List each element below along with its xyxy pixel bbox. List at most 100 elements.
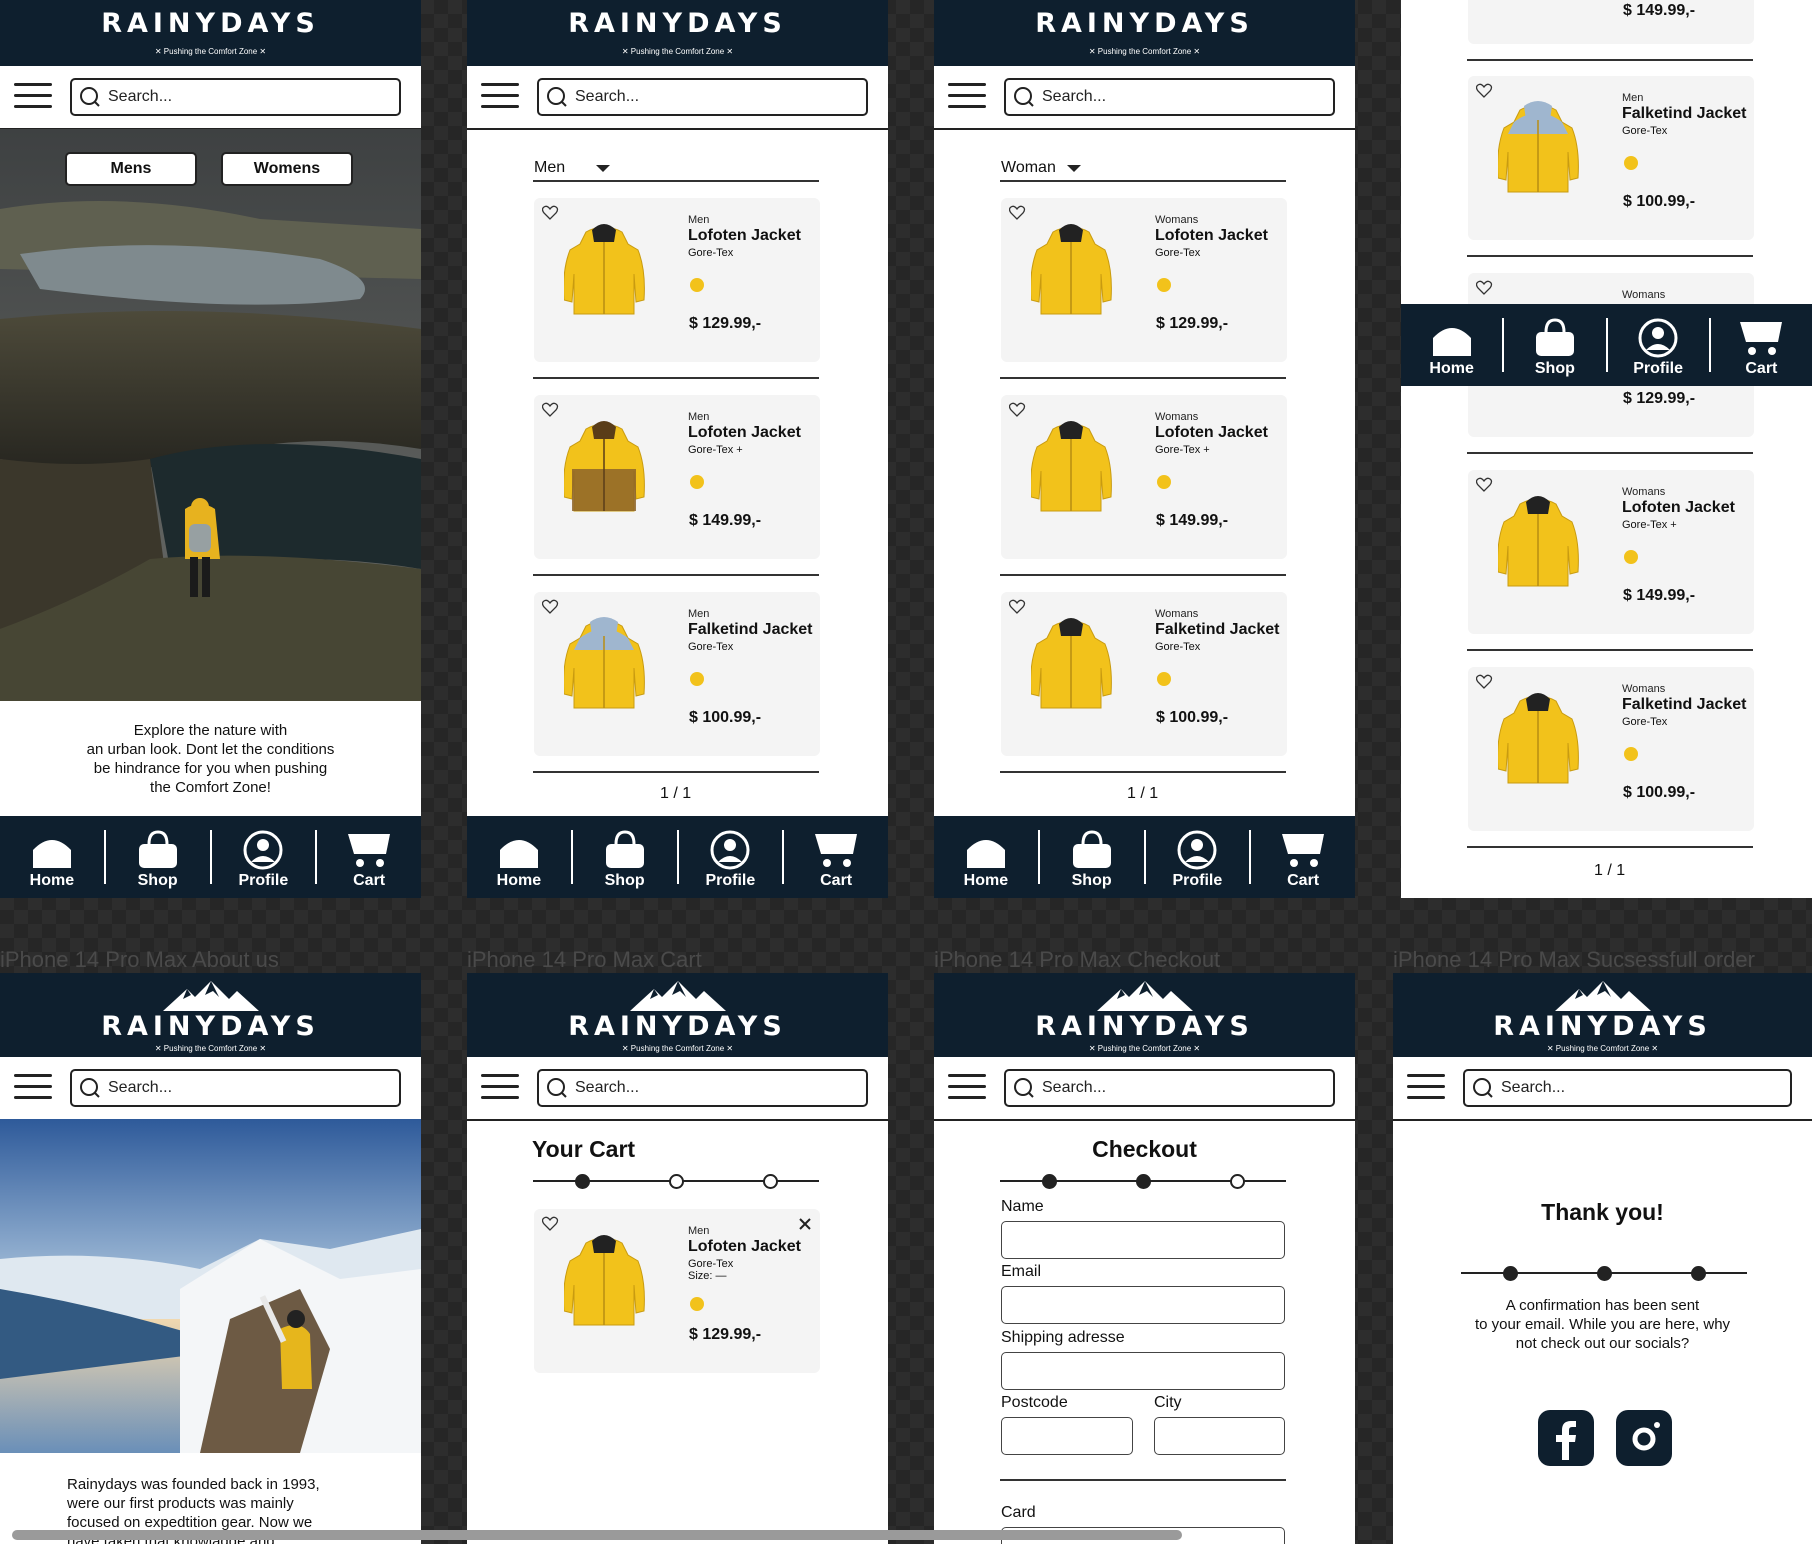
color-swatch[interactable] (1157, 672, 1171, 686)
filter-underline (533, 180, 819, 182)
hamburger-menu-icon[interactable] (1407, 1074, 1445, 1100)
mens-button[interactable]: Mens (65, 152, 197, 186)
color-swatch[interactable] (690, 475, 704, 489)
heart-icon[interactable] (1476, 674, 1494, 690)
close-icon[interactable] (798, 1217, 812, 1231)
heart-icon[interactable] (1009, 599, 1027, 615)
nav-shop[interactable]: Shop (1037, 830, 1144, 889)
hamburger-menu-icon[interactable] (481, 1074, 519, 1100)
womens-button[interactable]: Womens (221, 152, 353, 186)
search-input[interactable]: Search... (537, 78, 868, 116)
pagination[interactable]: 1 / 1 (1594, 862, 1625, 880)
color-swatch[interactable] (690, 1297, 704, 1311)
heart-icon[interactable] (542, 599, 560, 615)
brand-logo[interactable]: RAINYDAYS (1393, 1011, 1812, 1042)
product-card[interactable]: Womans Lofoten Jacket Gore-Tex + $ 149.9… (1468, 470, 1754, 634)
brand-logo[interactable]: RAINYDAYS (0, 1011, 421, 1042)
brand-logo[interactable]: RAINYDAYS (934, 1011, 1355, 1042)
product-card[interactable]: Womans Falketind Jacket Gore-Tex $ 100.9… (1468, 667, 1754, 831)
city-field[interactable] (1154, 1417, 1285, 1455)
nav-home[interactable]: Home (1401, 318, 1502, 377)
product-card[interactable]: Men Falketind Jacket Gore-Tex $ 100.99,- (534, 592, 820, 756)
brand-tagline: ✕ Pushing the Comfort Zone ✕ (1088, 1044, 1201, 1053)
pagination[interactable]: 1 / 1 (660, 785, 691, 803)
nav-shop[interactable]: Shop (1502, 318, 1605, 377)
heart-icon[interactable] (542, 402, 560, 418)
facebook-icon[interactable] (1538, 1410, 1594, 1466)
search-bar-row: Search... (0, 1057, 421, 1121)
gender-filter-dropdown[interactable]: Woman (1001, 159, 1082, 177)
nav-home[interactable]: Home (0, 830, 104, 889)
heart-icon[interactable] (1476, 280, 1494, 296)
cart-icon (1740, 322, 1783, 355)
nav-cart[interactable]: Cart (1708, 318, 1812, 377)
product-gender: Men (688, 214, 710, 226)
nav-shop[interactable]: Shop (570, 830, 677, 889)
brand-tagline: ✕ Pushing the Comfort Zone ✕ (154, 47, 267, 56)
color-swatch[interactable] (690, 672, 704, 686)
search-input[interactable]: Search... (70, 1069, 401, 1107)
brand-logo[interactable]: RAINYDAYS (467, 8, 888, 39)
product-card[interactable]: Womans Lofoten Jacket Gore-Tex $ 129.99,… (1001, 198, 1287, 362)
nav-shop[interactable]: Shop (103, 830, 210, 889)
heart-icon[interactable] (1476, 83, 1494, 99)
mountain-logo-icon (1096, 981, 1193, 1011)
heart-icon[interactable] (1009, 402, 1027, 418)
nav-profile[interactable]: Profile (1143, 830, 1250, 889)
nav-cart[interactable]: Cart (315, 830, 421, 889)
pagination[interactable]: 1 / 1 (1127, 785, 1158, 803)
brand-logo[interactable]: RAINYDAYS (0, 8, 421, 39)
brand-logo[interactable]: RAINYDAYS (934, 8, 1355, 39)
color-swatch[interactable] (1624, 156, 1638, 170)
name-label: Name (1001, 1198, 1044, 1215)
hamburger-menu-icon[interactable] (481, 83, 519, 109)
email-field[interactable] (1001, 1286, 1285, 1324)
brand-tagline: ✕ Pushing the Comfort Zone ✕ (621, 47, 734, 56)
product-size[interactable]: Size: — (688, 1270, 727, 1282)
instagram-icon[interactable] (1616, 1410, 1672, 1466)
product-price: $ 100.99,- (1156, 709, 1229, 726)
search-input[interactable]: Search... (1004, 78, 1335, 116)
color-swatch[interactable] (1157, 475, 1171, 489)
name-field[interactable] (1001, 1221, 1285, 1259)
nav-profile[interactable]: Profile (676, 830, 783, 889)
hamburger-menu-icon[interactable] (14, 83, 52, 109)
color-swatch[interactable] (1157, 278, 1171, 292)
product-price: $ 149.99,- (689, 512, 762, 529)
nav-cart[interactable]: Cart (782, 830, 888, 889)
search-input[interactable]: Search... (70, 78, 401, 116)
hamburger-menu-icon[interactable] (948, 83, 986, 109)
product-card-partial[interactable]: $ 149.99,- (1468, 0, 1754, 44)
product-material: Gore-Tex (688, 641, 734, 653)
hamburger-menu-icon[interactable] (14, 1074, 52, 1100)
heart-icon[interactable] (542, 205, 560, 221)
horizontal-scrollbar[interactable] (12, 1530, 1182, 1540)
heart-icon[interactable] (1009, 205, 1027, 221)
search-input[interactable]: Search... (1463, 1069, 1792, 1107)
search-input[interactable]: Search... (1004, 1069, 1335, 1107)
product-card[interactable]: Men Lofoten Jacket Gore-Tex + $ 149.99,- (534, 395, 820, 559)
nav-profile[interactable]: Profile (1605, 318, 1709, 377)
product-card[interactable]: Womans Lofoten Jacket Gore-Tex + $ 149.9… (1001, 395, 1287, 559)
nav-profile[interactable]: Profile (209, 830, 316, 889)
nav-cart[interactable]: Cart (1249, 830, 1355, 889)
heart-icon[interactable] (542, 1216, 560, 1232)
hamburger-menu-icon[interactable] (948, 1074, 986, 1100)
product-card[interactable]: Womans Falketind Jacket Gore-Tex $ 100.9… (1001, 592, 1287, 756)
gender-filter-dropdown[interactable]: Men (534, 159, 616, 177)
shipping-address-field[interactable] (1001, 1352, 1285, 1390)
brand-logo[interactable]: RAINYDAYS (467, 1011, 888, 1042)
frame-mens-products: RAINYDAYS ✕ Pushing the Comfort Zone ✕ S… (467, 0, 888, 898)
nav-home[interactable]: Home (467, 830, 571, 889)
heart-icon[interactable] (1476, 477, 1494, 493)
color-swatch[interactable] (1624, 550, 1638, 564)
nav-home[interactable]: Home (934, 830, 1038, 889)
bottom-nav: Home Shop Profile Cart (934, 816, 1355, 898)
card-divider (1000, 771, 1286, 773)
color-swatch[interactable] (690, 278, 704, 292)
search-input[interactable]: Search... (537, 1069, 868, 1107)
product-card[interactable]: Men Lofoten Jacket Gore-Tex $ 129.99,- (534, 198, 820, 362)
product-card[interactable]: Men Falketind Jacket Gore-Tex $ 100.99,- (1468, 76, 1754, 240)
color-swatch[interactable] (1624, 747, 1638, 761)
postcode-field[interactable] (1001, 1417, 1133, 1455)
